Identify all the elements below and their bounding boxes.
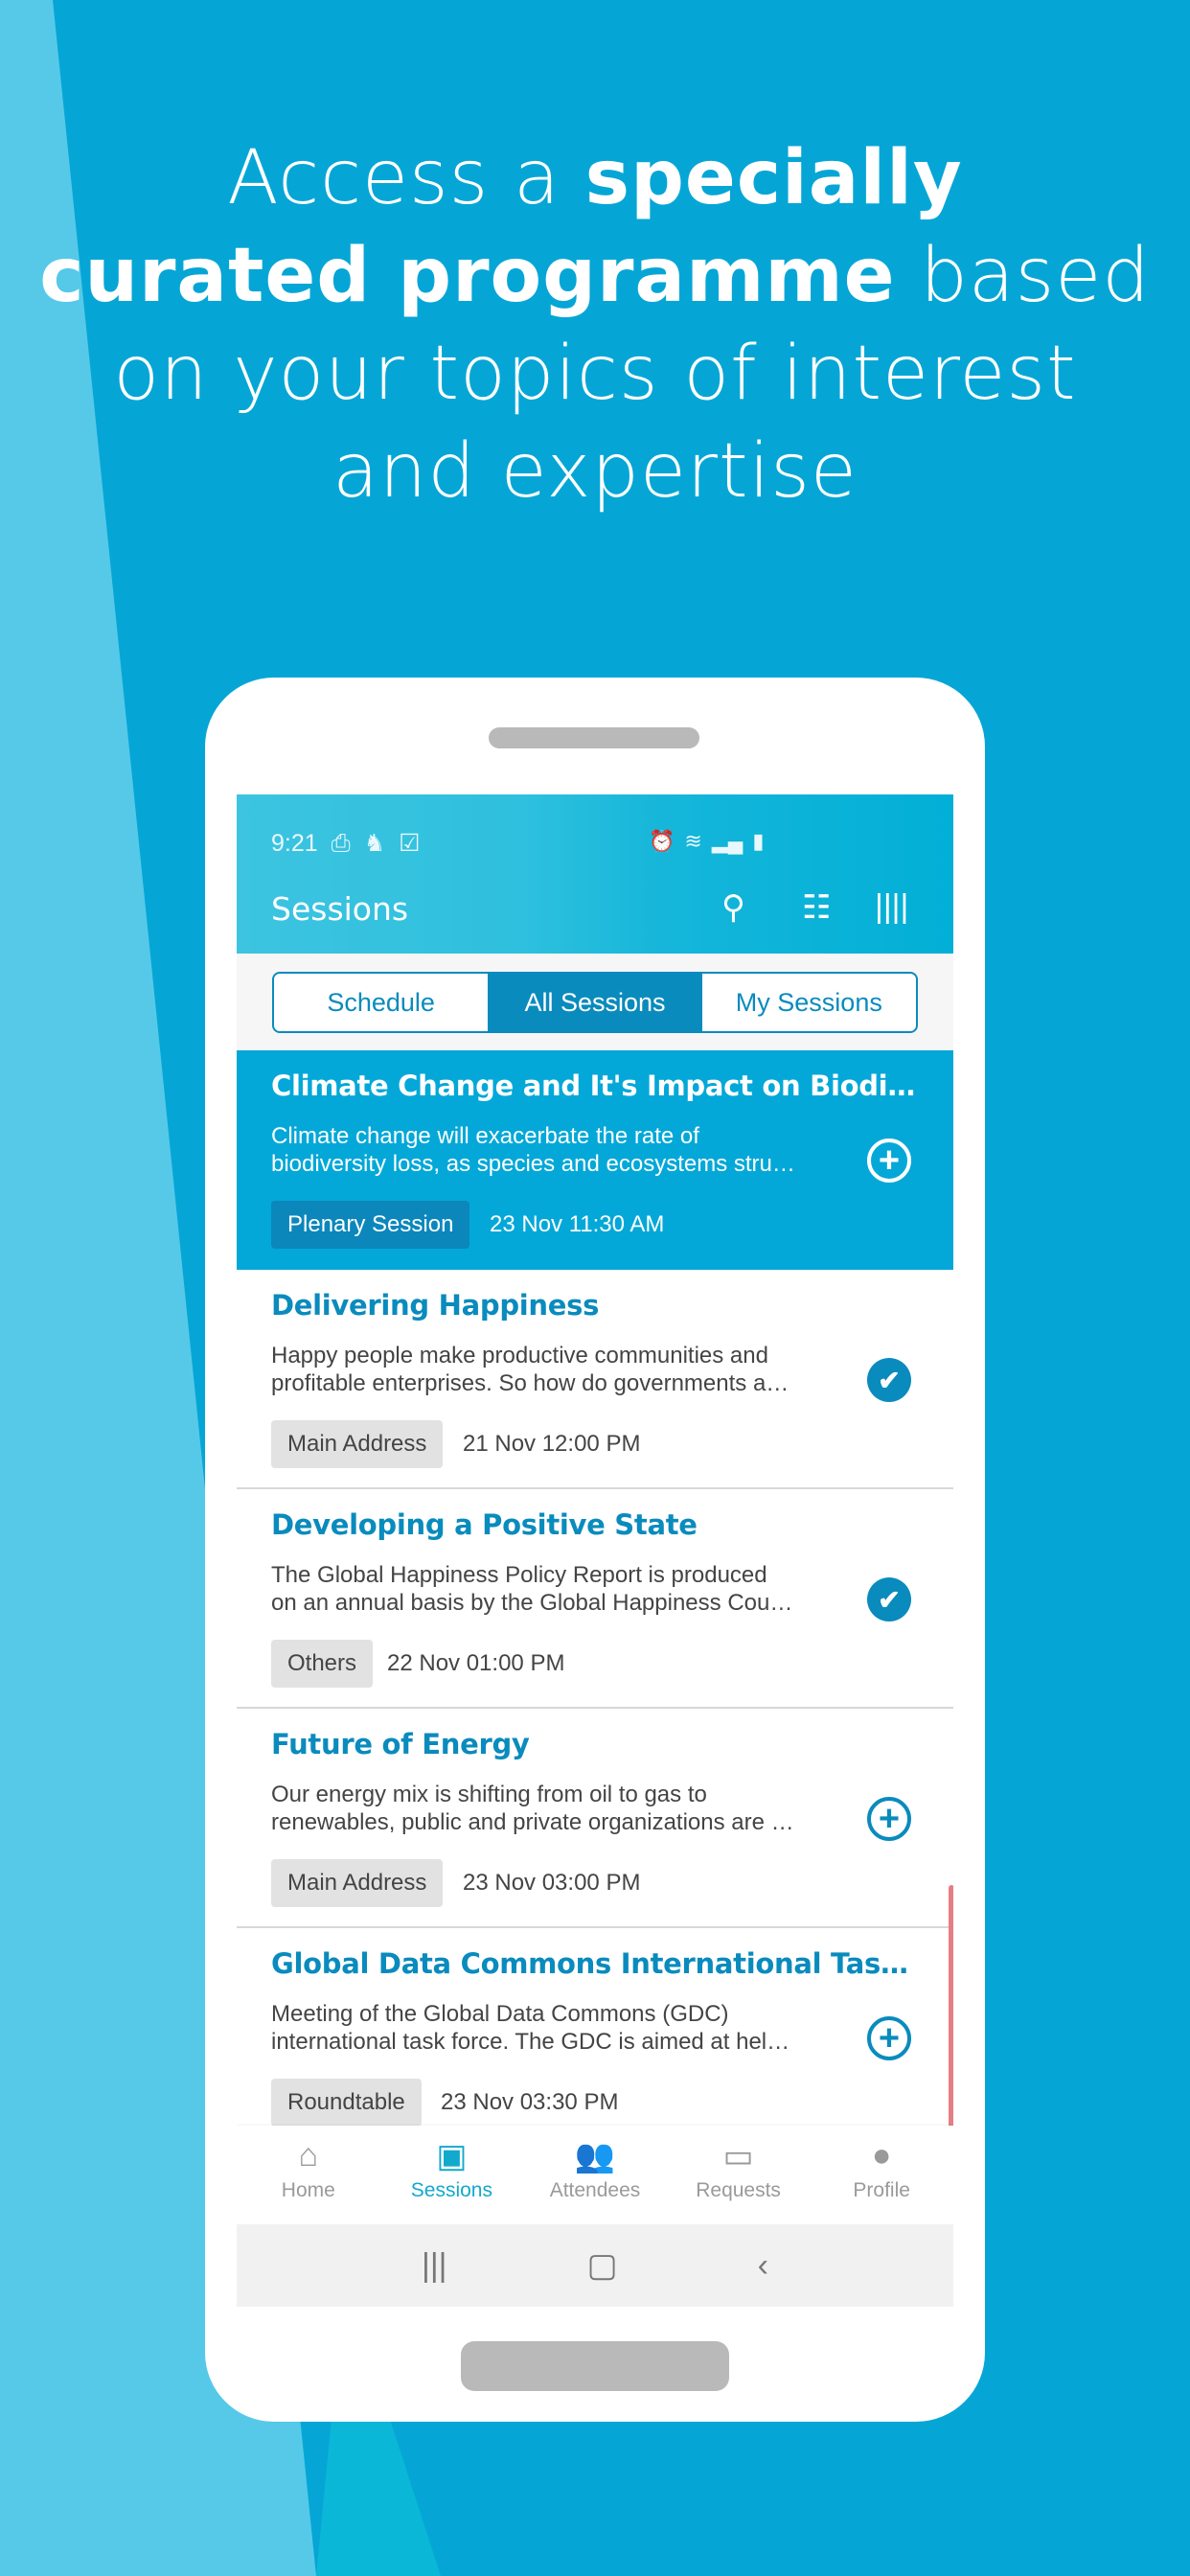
nav-label: Home [281, 2179, 335, 2201]
session-description: Happy people make productive communities… [271, 1343, 790, 1396]
session-type-tag: Roundtable [271, 2079, 422, 2127]
nav-label: Attendees [549, 2179, 641, 2201]
people-icon: 👥 [574, 2138, 616, 2174]
checkbox-icon: ☑ [399, 830, 421, 857]
session-title: Delivering Happiness [271, 1289, 600, 1322]
session-time: 23 Nov 03:30 PM [441, 2089, 619, 2115]
battery-icon: ▮ [752, 829, 765, 853]
nav-profile[interactable]: ● Profile [810, 2126, 953, 2224]
session-item[interactable]: Delivering Happiness Happy people make p… [237, 1270, 953, 1489]
nav-label: Profile [853, 2179, 910, 2201]
add-session-icon[interactable]: + [867, 1797, 911, 1841]
status-bar: 9:21 ⎙ ♞ ☑ [271, 829, 421, 858]
session-title: Developing a Positive State [271, 1508, 698, 1541]
add-session-icon[interactable]: + [867, 2016, 911, 2060]
session-description: Our energy mix is shifting from oil to g… [271, 1782, 794, 1835]
phone-frame: 9:21 ⎙ ♞ ☑ ⏰ ≋ ▂▄ ▮ Sessions ⚲ ☷ |||| Sc… [205, 678, 985, 2422]
nav-label: Requests [696, 2179, 781, 2201]
add-session-icon[interactable]: + [867, 1138, 911, 1183]
nav-attendees[interactable]: 👥 Attendees [523, 2126, 667, 2224]
session-time: 23 Nov 11:30 AM [490, 1211, 665, 1237]
notification-icon: ♞ [363, 830, 386, 857]
session-time: 23 Nov 03:00 PM [463, 1870, 641, 1896]
page-title: Sessions [271, 890, 409, 928]
search-icon[interactable]: ⚲ [721, 888, 745, 927]
person-icon: ● [871, 2137, 892, 2174]
session-title: Future of Energy [271, 1728, 530, 1760]
session-time: 21 Nov 12:00 PM [463, 1431, 641, 1457]
session-description: Meeting of the Global Data Commons (GDC)… [271, 2001, 790, 2055]
check-circle-icon[interactable]: ✔ [867, 1358, 911, 1402]
session-item[interactable]: Global Data Commons International Tas… M… [237, 1928, 953, 2148]
calendar-icon: ▣ [436, 2138, 468, 2174]
session-time: 22 Nov 01:00 PM [387, 1650, 565, 1676]
session-type-tag: Main Address [271, 1420, 444, 1468]
signal-icon: ▂▄ [711, 829, 744, 853]
session-type-tag: Others [271, 1640, 374, 1688]
phone-home-button [461, 2341, 729, 2391]
filter-icon[interactable]: ☷ [802, 888, 831, 927]
tabs-bar: Schedule All Sessions My Sessions [237, 954, 953, 1050]
app-bar: 9:21 ⎙ ♞ ☑ ⏰ ≋ ▂▄ ▮ Sessions ⚲ ☷ |||| [237, 794, 953, 954]
session-type-tag: Main Address [271, 1859, 444, 1907]
bottom-nav: ⌂ Home ▣ Sessions 👥 Attendees ▭ Requests ● Pr… [237, 2126, 953, 2224]
session-item[interactable]: Developing a Positive State The Global H… [237, 1489, 953, 1709]
home-icon: ⌂ [298, 2137, 319, 2174]
folder-icon: ▭ [722, 2138, 754, 2174]
session-type-tag: Plenary Session [271, 1201, 470, 1249]
system-nav-bar: ||| ▢ ‹ [237, 2224, 953, 2307]
check-circle-icon[interactable]: ✔ [867, 1577, 911, 1622]
recents-icon[interactable]: ||| [422, 2247, 447, 2285]
app-screen: 9:21 ⎙ ♞ ☑ ⏰ ≋ ▂▄ ▮ Sessions ⚲ ☷ |||| Sc… [237, 794, 953, 2307]
nav-requests[interactable]: ▭ Requests [667, 2126, 811, 2224]
nav-sessions[interactable]: ▣ Sessions [380, 2126, 524, 2224]
bag-icon: ⎙ [331, 829, 351, 857]
session-item[interactable]: Future of Energy Our energy mix is shift… [237, 1709, 953, 1928]
status-time: 9:21 [271, 829, 318, 857]
phone-speaker [489, 727, 699, 748]
status-icons: ⏰ ≋ ▂▄ ▮ [649, 829, 764, 854]
session-title: Climate Change and It's Impact on Biodi… [271, 1070, 916, 1102]
audio-icon[interactable]: |||| [875, 888, 908, 926]
session-title: Global Data Commons International Tas… [271, 1947, 908, 1980]
segmented-tabs: Schedule All Sessions My Sessions [272, 972, 918, 1033]
nav-home[interactable]: ⌂ Home [237, 2126, 380, 2224]
tab-all-sessions[interactable]: All Sessions [488, 974, 702, 1031]
session-description: The Global Happiness Policy Report is pr… [271, 1562, 793, 1616]
tab-schedule[interactable]: Schedule [274, 974, 488, 1031]
wifi-icon: ≋ [684, 829, 702, 853]
home-circle-icon[interactable]: ▢ [587, 2246, 618, 2285]
back-icon[interactable]: ‹ [758, 2247, 768, 2285]
headline: Access a specially curated programme bas… [39, 135, 1151, 515]
alarm-icon: ⏰ [649, 829, 675, 853]
session-description: Climate change will exacerbate the rate … [271, 1123, 795, 1177]
tab-my-sessions[interactable]: My Sessions [702, 974, 916, 1031]
nav-label: Sessions [410, 2179, 492, 2201]
session-item[interactable]: Climate Change and It's Impact on Biodi…… [237, 1050, 953, 1270]
